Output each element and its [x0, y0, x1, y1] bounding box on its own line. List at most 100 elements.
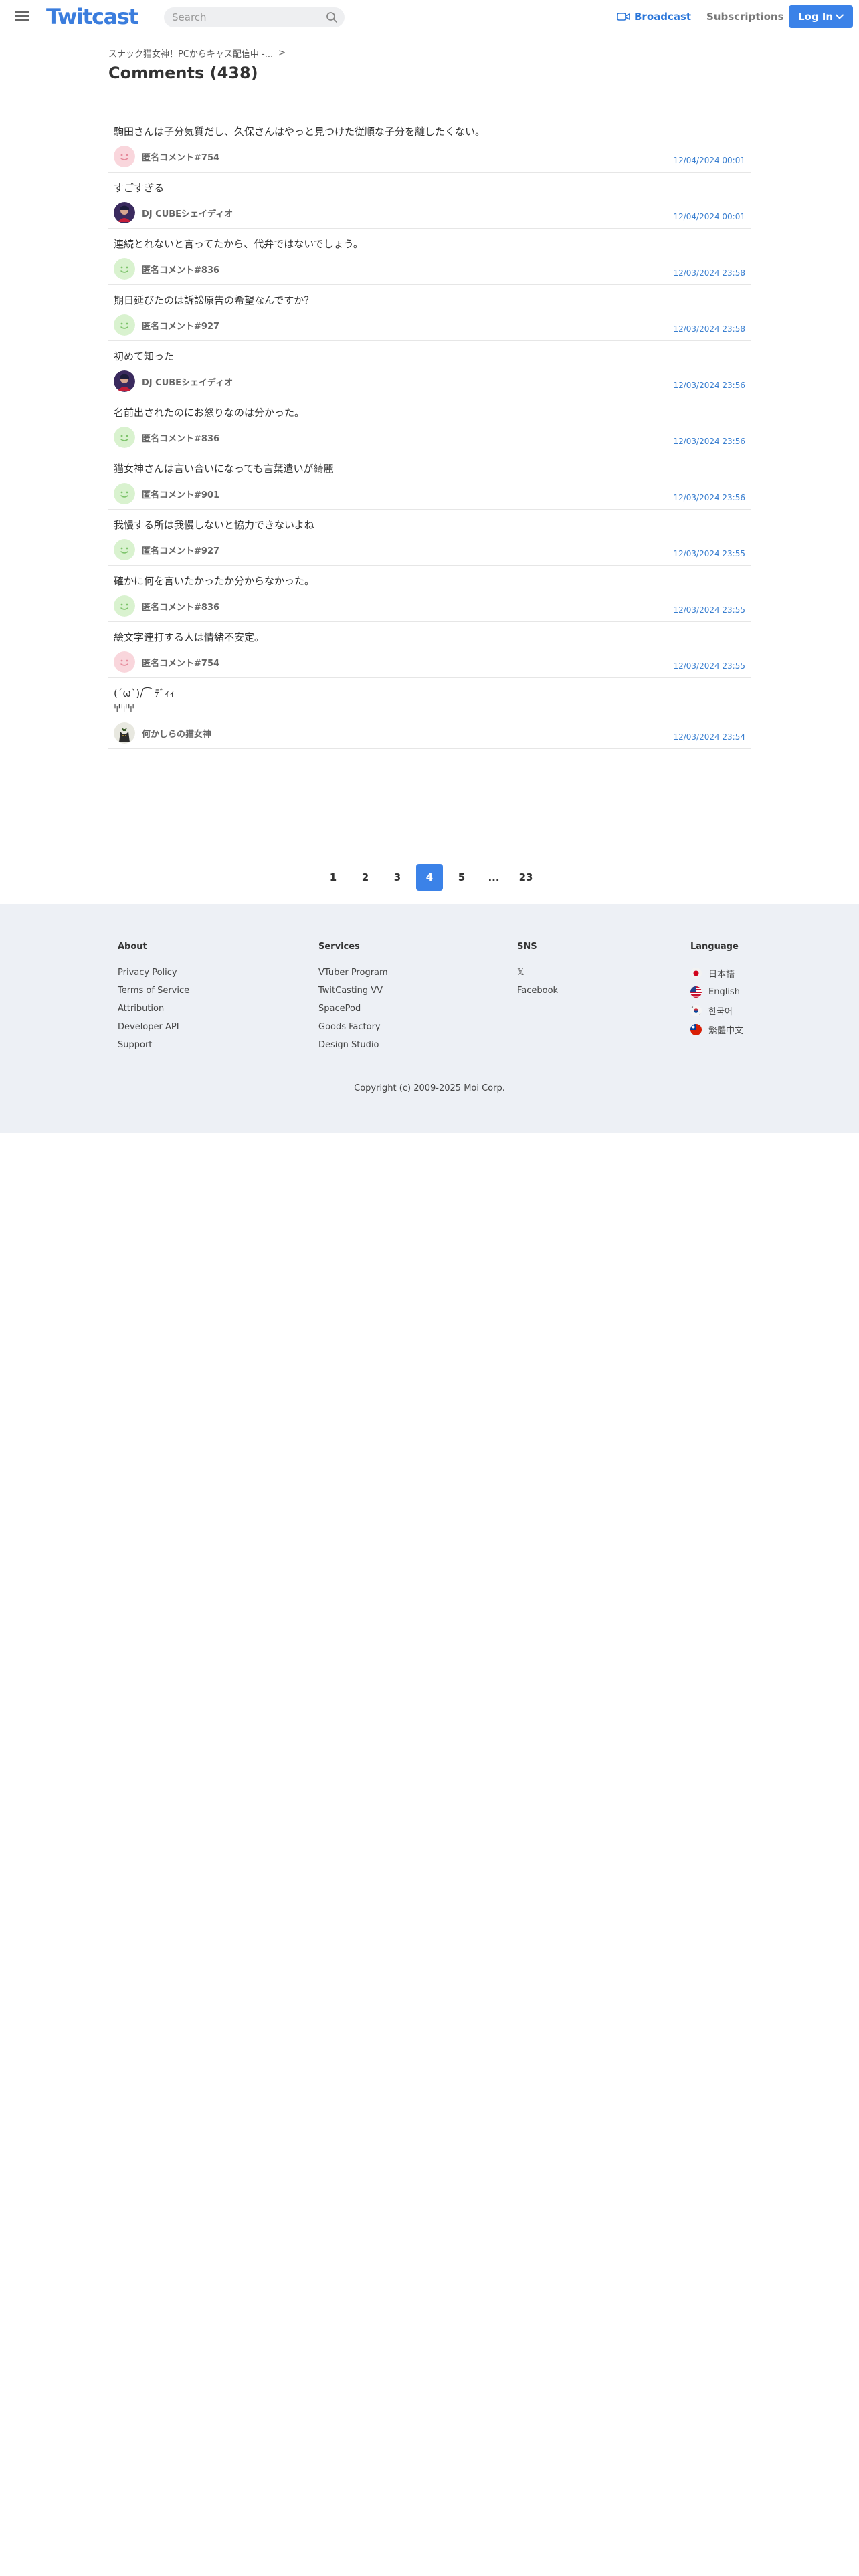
comment-item: 名前出されたのにお怒りなのは分かった。匿名コメント#836 12/03/2024 …: [108, 397, 751, 453]
breadcrumb: スナック猫女神！PCからキャス配信中 -... >: [108, 47, 751, 60]
page-button[interactable]: 2: [352, 864, 379, 891]
footer-link[interactable]: Developer API: [118, 1022, 189, 1033]
footer-link[interactable]: Attribution: [118, 1004, 189, 1014]
broadcast-button[interactable]: Broadcast: [617, 9, 691, 24]
comment-author[interactable]: 匿名コメント#754: [142, 656, 219, 669]
comment-author[interactable]: 匿名コメント#901: [142, 488, 219, 500]
search-input[interactable]: [164, 7, 318, 27]
page-button[interactable]: 23: [512, 864, 539, 891]
language-label: 한국어: [708, 1007, 733, 1017]
language-english[interactable]: English: [690, 986, 743, 998]
comment-date[interactable]: 12/03/2024 23:55: [673, 661, 745, 671]
x-link[interactable]: 𝕏: [517, 968, 558, 978]
comment-author[interactable]: DJ CUBEシェイディオ: [142, 207, 233, 219]
comment-author[interactable]: DJ CUBEシェイディオ: [142, 375, 233, 388]
comment-text: 我慢する所は我慢しないと協力できないよね: [114, 519, 314, 531]
comment-item: 初めて知った DJ CUBEシェイディオ 12/03/2024 23:56: [108, 341, 751, 397]
footer-link[interactable]: Goods Factory: [318, 1022, 388, 1033]
breadcrumb-separator: >: [278, 47, 286, 58]
comment-author[interactable]: 匿名コメント#836: [142, 600, 219, 613]
copyright: Copyright (c) 2009-2025 Moi Corp.: [354, 1083, 505, 1093]
comment-item: すごすぎる DJ CUBEシェイディオ 12/04/2024 00:01: [108, 173, 751, 229]
comment-date[interactable]: 12/04/2024 00:01: [673, 212, 745, 221]
comment-meta: 匿名コメント#754: [114, 650, 745, 674]
comment-item: 我慢する所は我慢しないと協力できないよね匿名コメント#927 12/03/2024…: [108, 510, 751, 566]
hamburger-menu-icon[interactable]: [13, 9, 31, 23]
comment-author[interactable]: 匿名コメント#927: [142, 544, 219, 556]
comment-meta: 匿名コメント#927: [114, 538, 745, 562]
user-avatar[interactable]: [114, 483, 135, 504]
comment-date[interactable]: 12/03/2024 23:54: [673, 732, 745, 742]
footer-link[interactable]: TwitCasting VV: [318, 986, 388, 996]
page-button[interactable]: 1: [320, 864, 347, 891]
user-avatar[interactable]: [114, 722, 135, 744]
login-label: Log In: [797, 11, 834, 23]
comment-meta: 匿名コメント#754: [114, 144, 745, 169]
top-header: Twitcast Broadcast Subscriptions Log In: [0, 0, 859, 33]
comment-author[interactable]: 匿名コメント#836: [142, 431, 219, 444]
facebook-link[interactable]: Facebook: [517, 986, 558, 996]
user-avatar[interactable]: [114, 651, 135, 673]
language-korean[interactable]: 한국어: [690, 1005, 743, 1017]
language-label: 日本語: [708, 970, 735, 980]
footer-link[interactable]: VTuber Program: [318, 968, 388, 978]
main-content: スナック猫女神！PCからキャス配信中 -... > Comments (438)…: [108, 47, 751, 891]
user-avatar[interactable]: [114, 258, 135, 280]
comment-author[interactable]: 匿名コメント#836: [142, 263, 219, 276]
pagination-ellipsis: ...: [488, 871, 500, 883]
login-button[interactable]: Log In: [789, 5, 853, 28]
footer-link[interactable]: Support: [118, 1040, 189, 1051]
comment-meta: 何かしらの猫女神: [114, 721, 745, 745]
comment-author[interactable]: 匿名コメント#754: [142, 150, 219, 163]
subscriptions-link[interactable]: Subscriptions: [706, 9, 784, 24]
page-button[interactable]: 3: [384, 864, 411, 891]
user-avatar[interactable]: [114, 595, 135, 617]
user-avatar[interactable]: [114, 370, 135, 392]
comment-meta: 匿名コメント#836: [114, 594, 745, 618]
comment-text: (´ω`)/⁀ ﾃﾞｨｨ 𐀀𐀀𐀀: [114, 687, 175, 714]
video-camera-icon: [617, 13, 630, 21]
footer-language-column: Language 日本語 English 한국어 繁體中文: [690, 942, 743, 1043]
comment-item: 期日延びたのは訴訟原告の希望なんですか？ 匿名コメント#927 12/03/2024…: [108, 285, 751, 341]
language-traditional-chinese[interactable]: 繁體中文: [690, 1024, 743, 1036]
user-avatar[interactable]: [114, 314, 135, 336]
footer-link[interactable]: Privacy Policy: [118, 968, 189, 978]
comment-date[interactable]: 12/03/2024 23:58: [673, 324, 745, 334]
comment-text: 名前出されたのにお怒りなのは分かった。: [114, 407, 305, 419]
comment-item: (´ω`)/⁀ ﾃﾞｨｨ 𐀀𐀀𐀀 何かしらの猫女神 12/03/2024 23:54: [108, 678, 751, 749]
footer-link[interactable]: Terms of Service: [118, 986, 189, 996]
footer-about-column: About Privacy Policy Terms of Service At…: [118, 942, 189, 1058]
twitcast-logo[interactable]: Twitcast: [46, 3, 139, 31]
footer-link[interactable]: Design Studio: [318, 1040, 388, 1051]
language-japanese[interactable]: 日本語: [690, 968, 743, 980]
footer-language-heading: Language: [690, 942, 739, 952]
footer-link[interactable]: SpacePod: [318, 1004, 388, 1014]
breadcrumb-link[interactable]: スナック猫女神！PCからキャス配信中 -...: [108, 47, 273, 60]
comment-date[interactable]: 12/03/2024 23:56: [673, 493, 745, 502]
comment-meta: 匿名コメント#836: [114, 257, 745, 281]
comment-date[interactable]: 12/03/2024 23:56: [673, 381, 745, 390]
user-avatar[interactable]: [114, 539, 135, 560]
pagination: 1 2 3 4 5... 23: [108, 864, 751, 891]
comment-text: 駒田さんは子分気質だし、久保さんはやっと見つけた従順な子分を離したくない。: [114, 126, 486, 138]
comment-author[interactable]: 何かしらの猫女神: [142, 727, 211, 740]
page-button[interactable]: 5: [448, 864, 475, 891]
comment-date[interactable]: 12/03/2024 23:55: [673, 605, 745, 615]
comment-date[interactable]: 12/03/2024 23:55: [673, 549, 745, 558]
korea-flag-icon: [690, 1005, 702, 1016]
comment-date[interactable]: 12/03/2024 23:56: [673, 437, 745, 446]
comment-author[interactable]: 匿名コメント#927: [142, 319, 219, 332]
user-avatar[interactable]: [114, 146, 135, 167]
comment-date[interactable]: 12/04/2024 00:01: [673, 156, 745, 165]
user-avatar[interactable]: [114, 202, 135, 223]
japan-flag-icon: [690, 968, 702, 979]
user-avatar[interactable]: [114, 427, 135, 448]
comment-item: 確かに何を言いたかったか分からなかった。 匿名コメント#836 12/03/2024…: [108, 566, 751, 622]
search-icon[interactable]: [326, 11, 338, 23]
comment-date[interactable]: 12/03/2024 23:58: [673, 268, 745, 278]
comment-item: 駒田さんは子分気質だし、久保さんはやっと見つけた従順な子分を離したくない。匿名コ…: [108, 116, 751, 173]
taiwan-flag-icon: [690, 1024, 702, 1035]
comment-text: 連続とれないと言ってたから、代弁ではないでしょう。: [114, 238, 363, 250]
footer-sns-column: SNS 𝕏 Facebook: [517, 942, 558, 1004]
page-button[interactable]: 4: [416, 864, 443, 891]
